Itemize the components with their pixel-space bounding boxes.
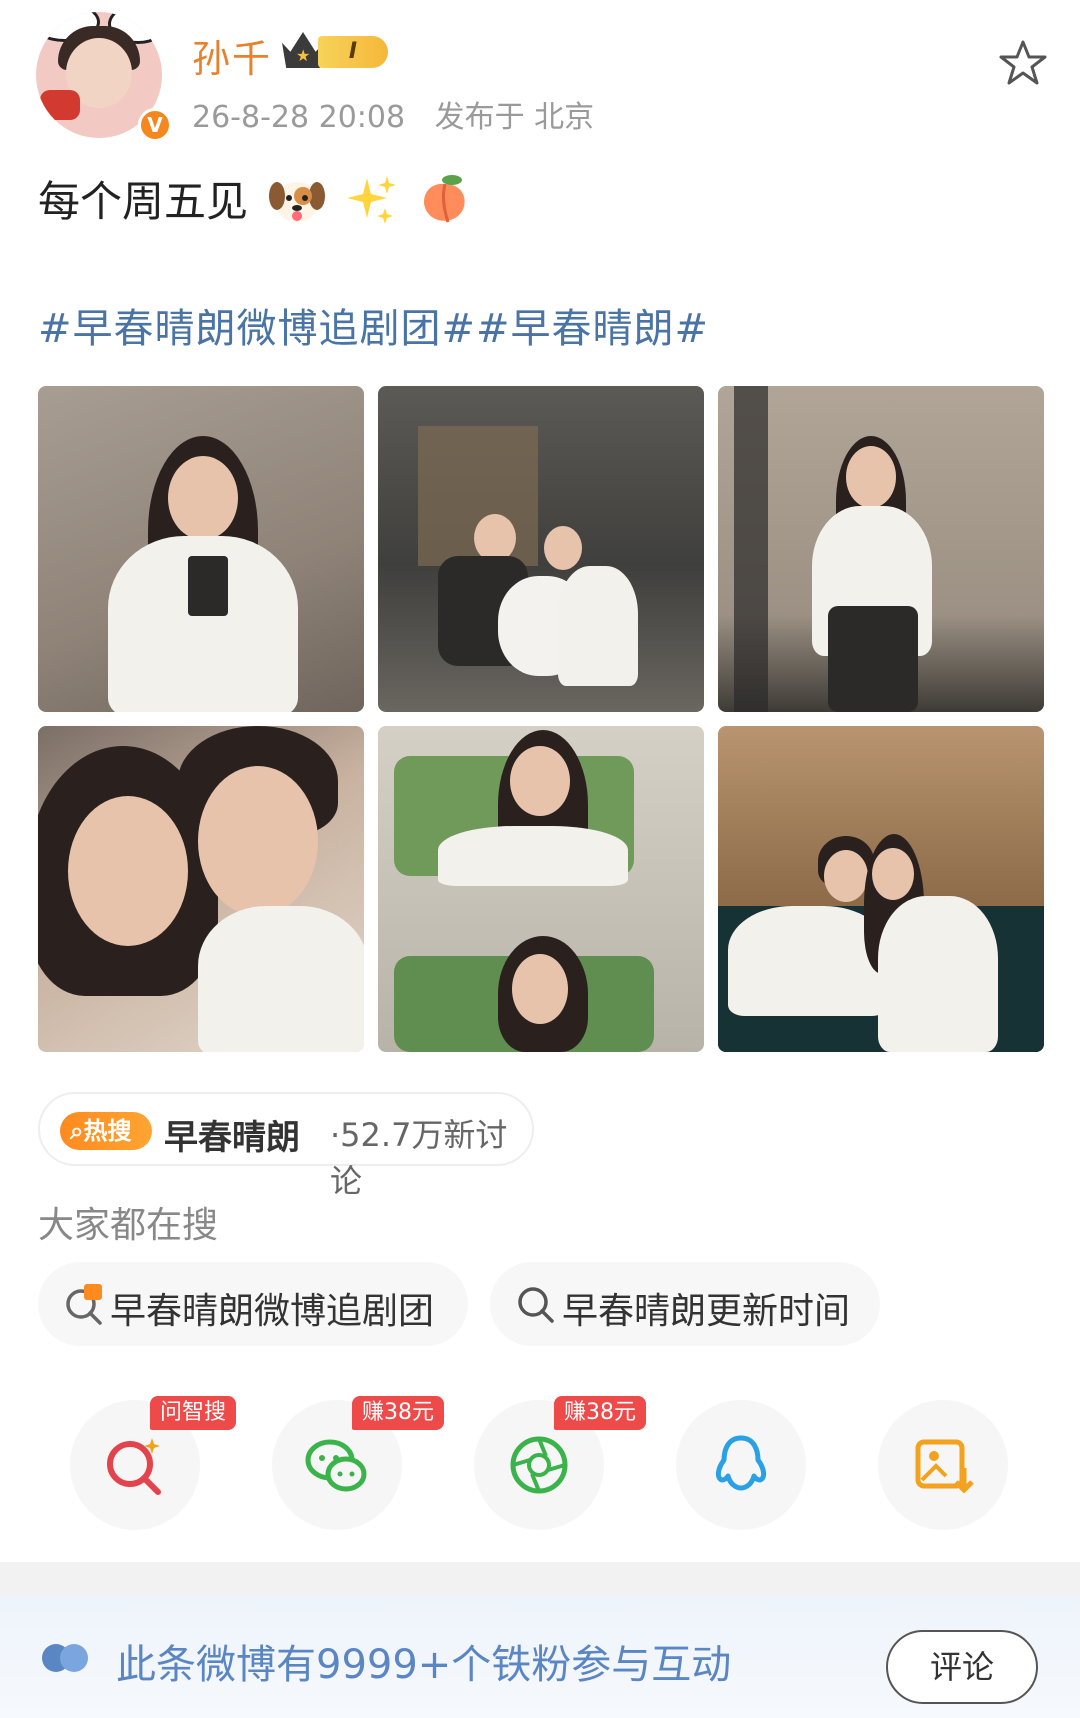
photo-grid [38,386,1046,1054]
section-divider [0,1562,1080,1596]
favorite-star-icon[interactable] [998,38,1048,88]
hot-search-pill[interactable]: ⌕热搜 早春晴朗 ·52.7万新讨论 [38,1092,534,1200]
share-badge: 赚38元 [554,1396,646,1430]
avatar[interactable]: V [36,12,172,142]
hot-search-count: ·52.7万新讨论 [330,1116,508,1200]
photo-couple-selfie[interactable] [38,726,364,1052]
share-badge: 赚38元 [352,1396,444,1430]
search-suggestion[interactable]: 早春晴朗更新时间 [490,1262,880,1346]
member-level-badge[interactable]: ★ I [282,30,394,72]
dog-face-emoji [269,174,326,236]
photo-woman-white-shirt[interactable] [38,386,364,712]
hot-search-icon [66,1284,102,1325]
post-meta: 26-8-28 20:08 发布于 北京 [192,92,614,136]
peach-emoji [418,174,472,236]
ai-search-icon [107,1438,161,1495]
search-suggestion[interactable]: 早春晴朗微博追剧团 [38,1262,468,1346]
qq-icon [715,1435,767,1491]
hot-search-tag-text: 热搜 [83,1117,132,1145]
photo-couple-with-dog[interactable] [378,386,704,712]
post-hashtags[interactable]: #早春晴朗微博追剧团##早春晴朗# [38,296,709,354]
post-text-content: 每个周五见 [38,177,249,226]
moments-icon [510,1436,568,1494]
qq-share-button[interactable] [676,1400,806,1530]
search-suggestion-text: 早春晴朗微博追剧团 [110,1291,435,1332]
search-icon [518,1287,554,1323]
photo-couple-embrace[interactable] [718,726,1044,1052]
save-image-icon [915,1439,974,1494]
username[interactable]: 孙千 [192,28,272,83]
fans-icon [42,1644,88,1672]
verified-badge-icon: V [138,108,172,142]
post-header: V 孙千 ★ I 26-8-28 20:08 发布于 北京 [0,0,1080,150]
wechat-icon [305,1439,367,1492]
search-suggestion-text: 早春晴朗更新时间 [562,1291,851,1332]
post-location: 发布于 北京 [434,100,595,135]
fans-interaction-text: 此条微博有9999+个铁粉参与互动 [116,1642,732,1688]
sparkles-emoji [346,174,397,236]
level-label: I [318,36,388,68]
photo-woman-standing[interactable] [718,386,1044,712]
photo-woman-in-car[interactable] [378,726,704,1052]
post-text: 每个周五见 [38,168,472,236]
hot-search-label: 早春晴朗 [164,1118,300,1158]
post-timestamp: 26-8-28 20:08 [192,100,406,135]
interaction-footer: 此条微博有9999+个铁粉参与互动 评论 [0,1596,1080,1718]
all-search-title: 大家都在搜 [38,1205,219,1246]
save-image-share-button[interactable] [878,1400,1008,1530]
search-icon: ⌕ [70,1117,84,1145]
comment-button[interactable]: 评论 [886,1630,1038,1704]
hot-search-tag: ⌕热搜 [60,1112,152,1150]
share-badge: 问智搜 [150,1396,237,1430]
